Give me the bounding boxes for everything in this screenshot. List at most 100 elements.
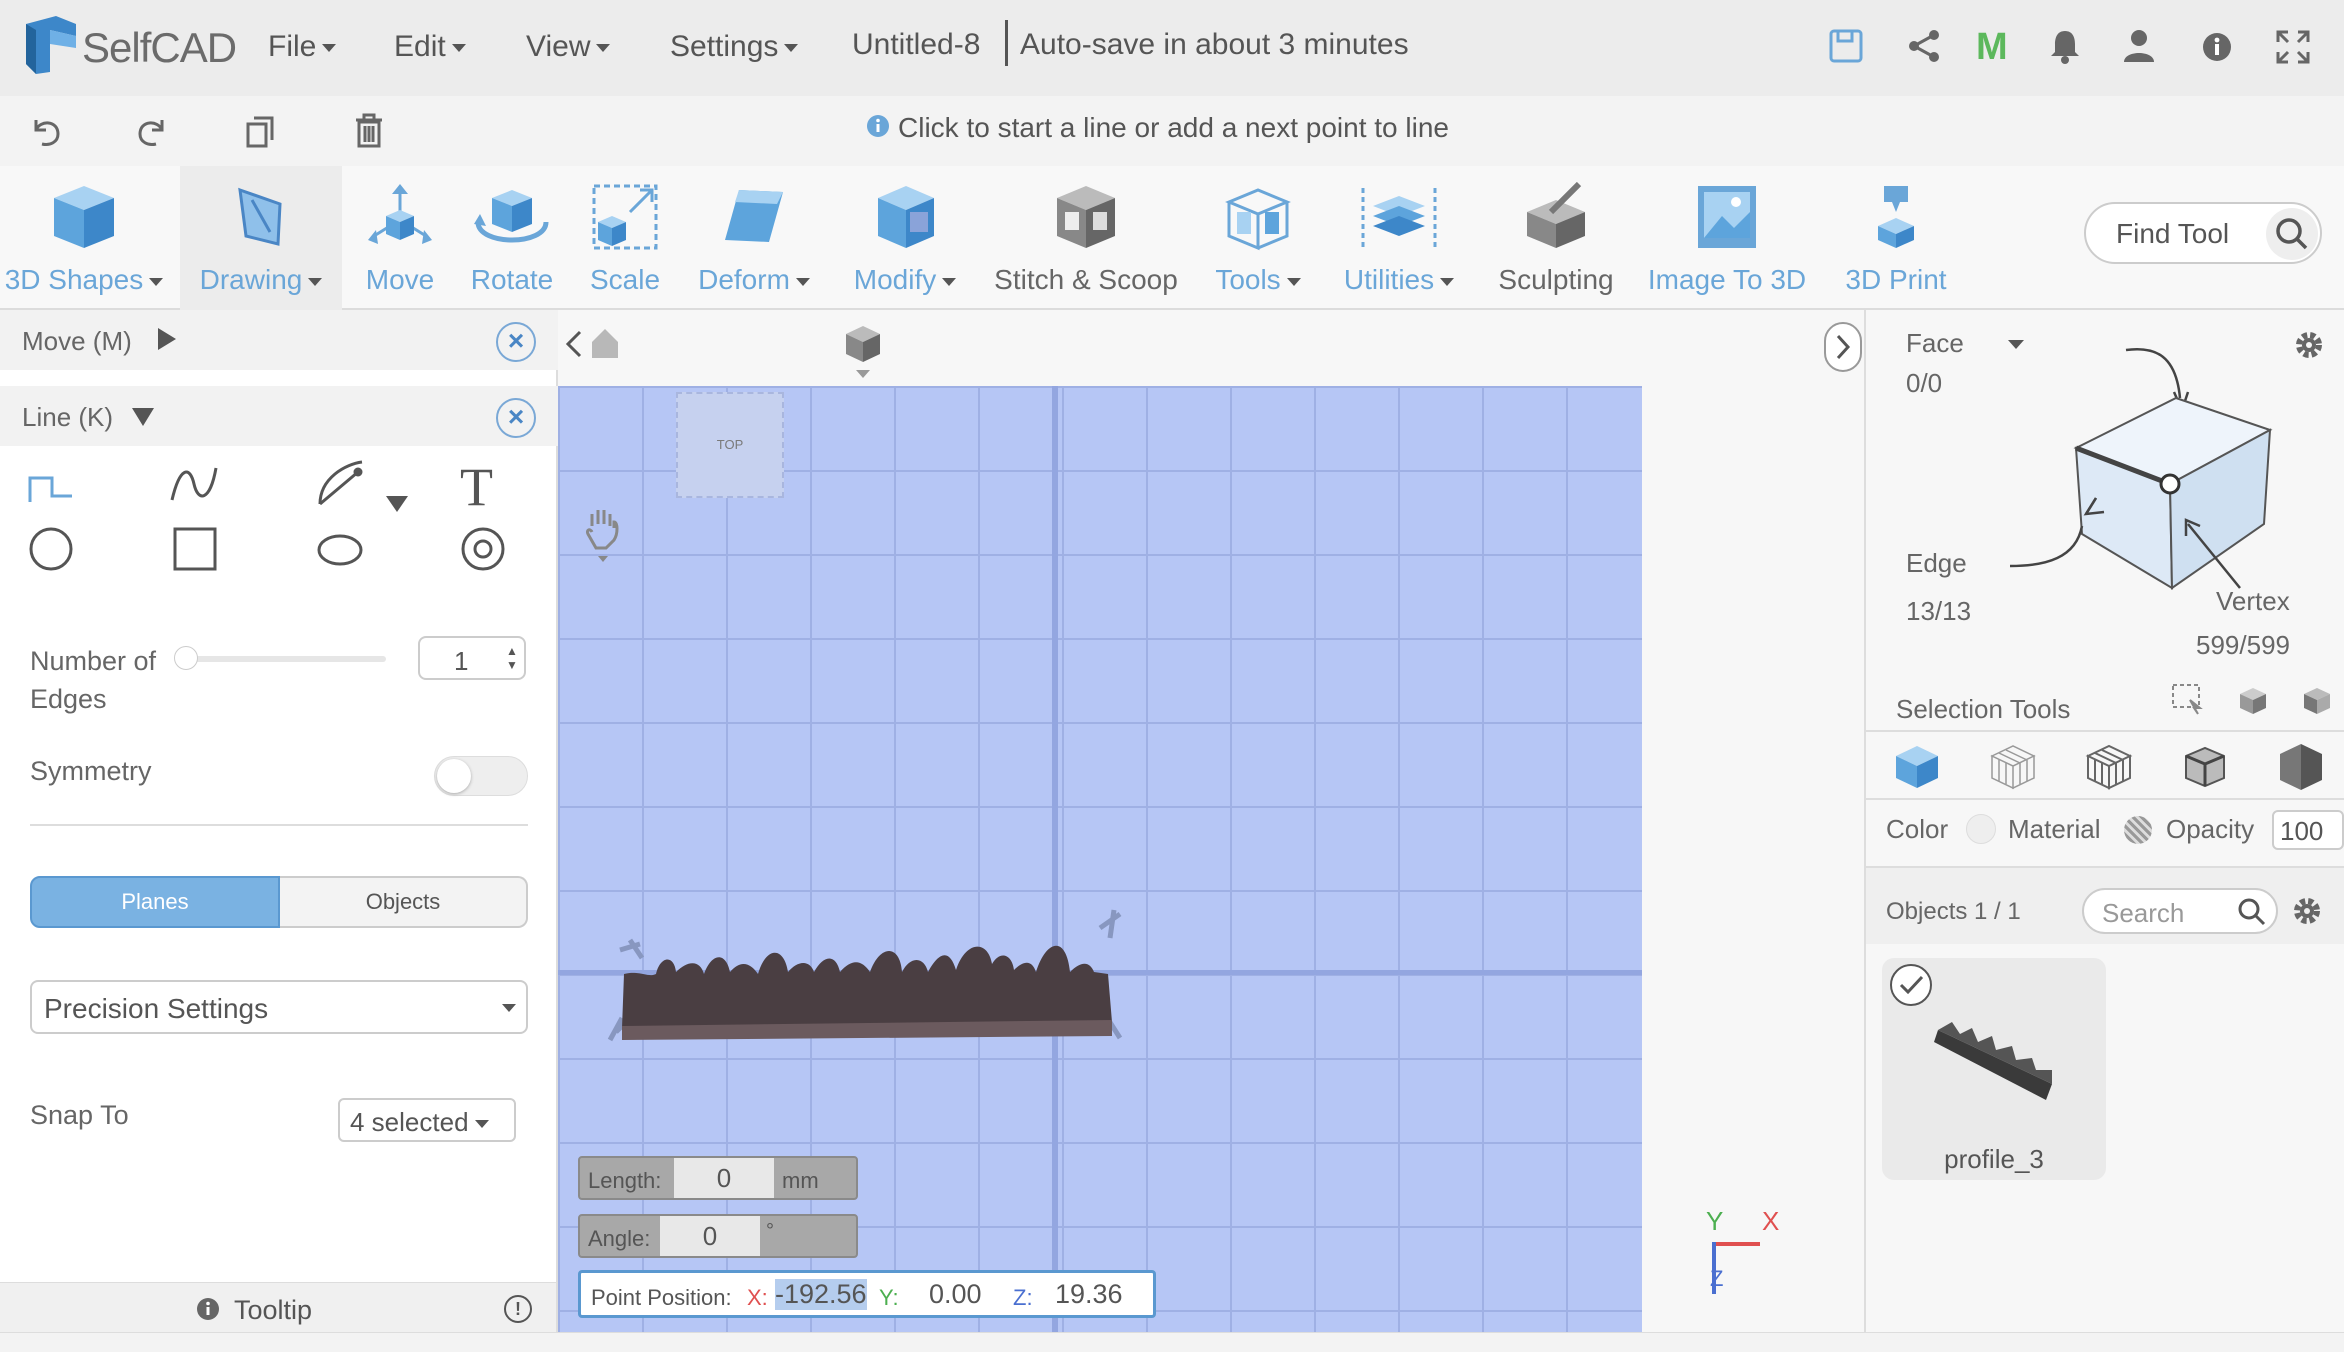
face-select-mode-icon[interactable] [1988, 742, 2038, 797]
menu-edit[interactable]: Edit [394, 30, 466, 64]
opacity-label: Opacity [2166, 814, 2255, 844]
edge-select-mode-icon[interactable] [2180, 742, 2230, 797]
collapse-left-panel-icon[interactable] [562, 328, 586, 365]
ring-tool-icon[interactable] [460, 526, 506, 577]
bezier-dropdown-icon[interactable] [386, 496, 408, 512]
copy-icon[interactable] [244, 114, 276, 153]
checkmark-icon[interactable] [1890, 964, 1932, 1006]
circle-tool-icon[interactable] [28, 526, 74, 577]
tool-modify[interactable]: Modify [842, 166, 968, 310]
edges-slider-track[interactable] [178, 656, 386, 662]
camera-view-cube-icon[interactable] [842, 322, 884, 389]
close-move-panel-icon[interactable]: × [496, 322, 536, 362]
tooltip-toggle-icon[interactable]: ! [504, 1295, 532, 1323]
top-menu-bar: SelfCAD File Edit View Settings Untitled… [0, 0, 2344, 96]
tool-rotate[interactable]: Rotate [460, 166, 564, 310]
move-panel-header[interactable]: Move (M) × [0, 310, 558, 370]
tooltip-bar[interactable]: Tooltip ! [0, 1282, 556, 1332]
menu-view[interactable]: View [526, 30, 610, 64]
gear-icon[interactable] [2292, 328, 2326, 367]
opacity-input[interactable]: 100 [2272, 810, 2344, 850]
find-tool-search-icon[interactable] [2266, 208, 2318, 260]
tool-deform[interactable]: Deform [676, 166, 832, 310]
stitch-scoop-icon [1057, 186, 1115, 248]
rectangle-tool-icon[interactable] [172, 526, 218, 577]
delete-trash-icon[interactable] [354, 112, 384, 157]
axis-z-label: Z [1710, 1266, 1724, 1291]
objects-settings-gear-icon[interactable] [2290, 894, 2324, 933]
info-icon[interactable] [2202, 32, 2232, 67]
precision-settings-dropdown[interactable]: Precision Settings [30, 980, 528, 1034]
share-icon[interactable] [1906, 28, 1942, 69]
save-icon[interactable] [1828, 28, 1864, 69]
x-input[interactable]: -192.56 [775, 1279, 867, 1310]
myminifactory-icon[interactable]: M [1976, 26, 2008, 69]
tool-drawing[interactable]: Drawing [180, 166, 342, 310]
tool-image-to-3d[interactable]: Image To 3D [1642, 166, 1812, 310]
find-tool-search[interactable]: Find Tool [2084, 202, 2322, 264]
material-swatch-icon[interactable] [2124, 816, 2152, 844]
edges-slider-handle[interactable] [174, 646, 198, 670]
color-swatch[interactable] [1966, 814, 1996, 844]
profile-object-crown[interactable] [600, 900, 1140, 1055]
objects-button[interactable]: Objects [280, 876, 528, 928]
tool-label: 3D Print [1845, 264, 1947, 295]
stepper-arrows-icon[interactable]: ▲ ▼ [506, 644, 518, 672]
tool-3d-shapes[interactable]: 3D Shapes [0, 166, 168, 310]
home-view-icon[interactable] [590, 326, 620, 365]
tool-3d-print[interactable]: 3D Print [1834, 166, 1958, 310]
tool-sculpting[interactable]: Sculpting [1492, 166, 1620, 310]
line-panel-header[interactable]: Line (K) × [0, 386, 558, 446]
undo-icon[interactable] [28, 114, 62, 153]
drawing-pen-icon [238, 187, 282, 246]
face-label[interactable]: Face [1906, 328, 1964, 359]
title-divider [1005, 20, 1008, 66]
polygon-select-mode-icon[interactable] [2084, 742, 2134, 797]
tool-stitch-scoop[interactable]: Stitch & Scoop [986, 166, 1186, 310]
tool-label: Deform [676, 264, 832, 296]
y-input[interactable]: 0.00 [929, 1279, 982, 1310]
tool-scale[interactable]: Scale [578, 166, 672, 310]
ellipse-tool-icon[interactable] [316, 532, 364, 573]
length-input[interactable]: 0 [674, 1158, 774, 1198]
bottom-status-strip [0, 1332, 2344, 1352]
box-select-icon[interactable] [2170, 682, 2204, 721]
tool-utilities[interactable]: Utilities [1334, 166, 1464, 310]
collapse-arrow-icon[interactable] [132, 408, 154, 426]
view-cube-top[interactable]: TOP [676, 392, 784, 498]
tool-tools[interactable]: Tools [1198, 166, 1318, 310]
expand-arrow-icon[interactable] [158, 328, 176, 350]
notifications-bell-icon[interactable] [2048, 28, 2082, 69]
menu-file[interactable]: File [268, 30, 336, 64]
search-icon[interactable] [2236, 896, 2268, 928]
line-tool-icon[interactable] [28, 466, 76, 511]
bezier-tool-icon[interactable] [316, 458, 366, 513]
text-tool-icon[interactable]: T [460, 456, 493, 518]
expand-right-panel-icon[interactable] [1824, 322, 1862, 372]
select-all-icon[interactable] [2236, 684, 2270, 721]
curve-tool-icon[interactable] [170, 462, 220, 511]
symmetry-toggle[interactable] [434, 756, 528, 796]
z-input[interactable]: 19.36 [1055, 1279, 1123, 1310]
close-line-panel-icon[interactable]: × [496, 398, 536, 438]
planes-button[interactable]: Planes [30, 876, 280, 928]
fullscreen-icon[interactable] [2276, 30, 2310, 69]
vertex-select-mode-icon[interactable] [2276, 742, 2326, 797]
tool-label: Utilities [1334, 264, 1464, 296]
object-card-profile-3[interactable]: profile_3 [1882, 958, 2106, 1180]
pan-hand-icon[interactable] [584, 504, 622, 569]
objects-search-input[interactable]: Search [2082, 888, 2278, 934]
document-title[interactable]: Untitled-8 [852, 28, 980, 62]
user-account-icon[interactable] [2122, 28, 2156, 69]
tool-move[interactable]: Move [352, 166, 448, 310]
scale-icon [592, 184, 658, 250]
snap-to-dropdown[interactable]: 4 selected [338, 1098, 516, 1142]
redo-icon[interactable] [136, 114, 170, 153]
object-name: profile_3 [1944, 1144, 2044, 1174]
object-select-mode-icon[interactable] [1892, 742, 1942, 797]
menu-settings[interactable]: Settings [670, 30, 798, 64]
invert-selection-icon[interactable] [2300, 684, 2334, 721]
angle-input[interactable]: 0 [660, 1216, 760, 1256]
edges-stepper[interactable]: 1 ▲ ▼ [418, 636, 526, 680]
selection-mode-cube-icon[interactable] [1986, 338, 2276, 613]
